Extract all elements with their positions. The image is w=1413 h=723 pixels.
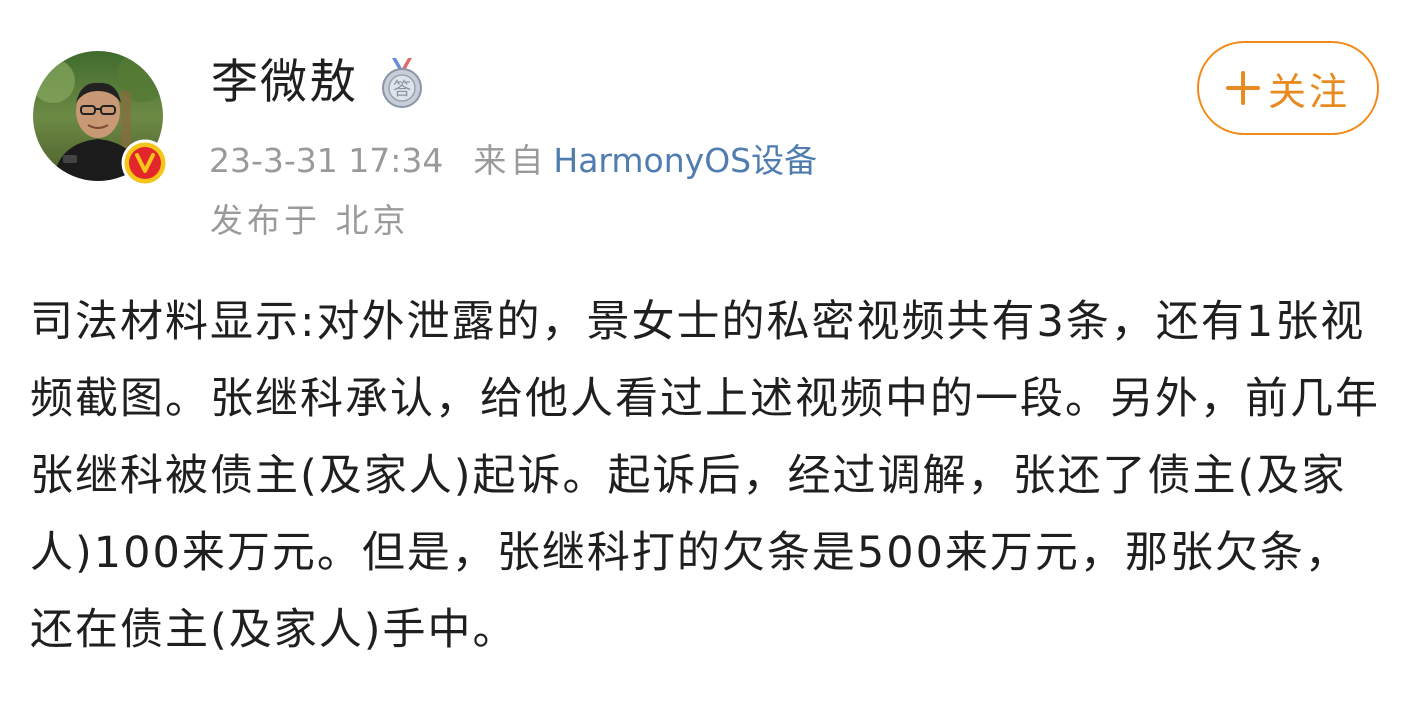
svg-text:答: 答	[393, 79, 411, 100]
source-prefix: 来自	[473, 141, 548, 180]
post-location: 发布于 北京	[210, 201, 410, 240]
author-name[interactable]: 李微敖	[211, 54, 358, 112]
post-text: 司法材料显示:对外泄露的，景女士的私密视频共有3条，还有1张视频截图。张继科承认…	[30, 297, 1380, 655]
post-timestamp: 23-3-31 17:34	[209, 141, 444, 180]
plus-icon	[1225, 71, 1260, 105]
v-verified-badge-icon	[121, 139, 169, 187]
follow-button-label: 关注	[1267, 69, 1350, 114]
post-meta-line: 23-3-31 17:34 来自 HarmonyOS设备	[209, 140, 817, 182]
medal-icon: 答	[378, 56, 426, 110]
follow-button[interactable]: 关注	[1197, 41, 1379, 135]
device-link[interactable]: HarmonyOS设备	[553, 141, 817, 180]
